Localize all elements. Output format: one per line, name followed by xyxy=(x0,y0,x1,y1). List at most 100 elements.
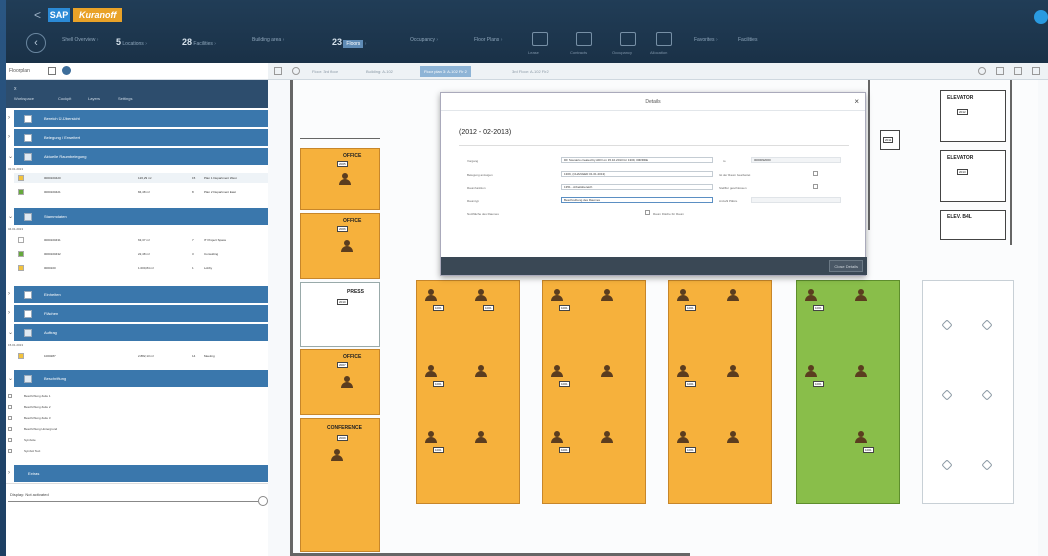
tab-settings[interactable]: Settings xyxy=(118,96,132,101)
step-4[interactable]: Building area › xyxy=(252,37,284,43)
step-favorites[interactable]: Favorites › xyxy=(694,37,718,43)
step-2[interactable]: 5 Locations › xyxy=(116,37,147,47)
step-5[interactable]: 23 Floors › xyxy=(332,37,366,48)
layer-group[interactable]: ⌄ Auftrag xyxy=(8,324,268,341)
closed-checkbox[interactable] xyxy=(813,184,818,189)
grid-icon[interactable] xyxy=(48,67,56,75)
checkbox[interactable] xyxy=(8,394,12,398)
office-room[interactable]: OFFICE 2007 xyxy=(300,349,380,415)
desk-cluster-5[interactable] xyxy=(922,280,1014,504)
tab-floor-plan[interactable]: Floor plan 3: A-102 Flr 2 xyxy=(420,66,471,77)
dialog-header: Details × xyxy=(441,93,865,111)
settings-icon[interactable] xyxy=(292,67,300,75)
opacity-slider[interactable] xyxy=(8,501,258,502)
table-row[interactable]: 0000100432 22,48 m² 3 Consulting xyxy=(14,249,268,259)
step-7[interactable]: Floor Plans › xyxy=(474,37,502,43)
tab-workspace[interactable]: Workspace xyxy=(14,96,34,101)
checkbox[interactable] xyxy=(8,449,12,453)
occupancy-field[interactable]: 1309, (CHANGED 01.01.2013) xyxy=(561,171,713,177)
step-facilities[interactable]: Facilities xyxy=(738,37,757,43)
step-6[interactable]: Occupancy › xyxy=(410,37,438,43)
step-1[interactable]: Shell Overview › xyxy=(62,37,98,43)
checkbox[interactable] xyxy=(8,416,12,420)
slider-handle[interactable] xyxy=(258,496,268,506)
checkbox[interactable] xyxy=(24,115,32,123)
layer-group[interactable]: › Belegung / Erweitert xyxy=(8,129,268,146)
layer-group[interactable]: › Einheiten xyxy=(8,286,268,303)
checkbox[interactable] xyxy=(8,438,12,442)
allocation-icon[interactable] xyxy=(656,32,672,46)
back-icon[interactable]: < xyxy=(34,9,41,21)
desk-cluster-1[interactable]: 1001 1001 1001 1001 xyxy=(416,280,520,504)
checkbox[interactable] xyxy=(24,291,32,299)
layer-group[interactable]: ⌄ Beschriftung xyxy=(8,370,268,387)
process-field[interactable]: DF Scenario created by ADO on 15.10.2013… xyxy=(561,157,713,163)
layer-group[interactable]: › Extras xyxy=(8,465,268,482)
tab-layers[interactable]: Layers xyxy=(88,96,100,101)
previous-step-button[interactable]: ‹ xyxy=(26,33,46,53)
checkbox[interactable] xyxy=(24,375,32,383)
target-field[interactable]: 0000092000 xyxy=(751,157,841,163)
close-icon[interactable]: x xyxy=(14,86,17,92)
room-function-select[interactable]: 1351 - Arbeitsbereich xyxy=(561,184,713,190)
elevator-3[interactable]: ELEV. B4L xyxy=(940,210,1006,240)
desk-cluster-4[interactable]: 1001 1001 1001 xyxy=(796,280,900,504)
checkbox[interactable] xyxy=(24,329,32,337)
person-icon xyxy=(341,240,353,252)
close-icon[interactable]: × xyxy=(854,97,859,106)
checkbox[interactable] xyxy=(24,213,32,221)
step-3[interactable]: 28 Facilities › xyxy=(182,37,216,47)
fit-icon[interactable] xyxy=(996,67,1004,75)
contracts-label: Contracts xyxy=(570,50,588,55)
table-row[interactable]: 0000100 1.000,84 m² 1 Lobby xyxy=(14,263,268,273)
table-row[interactable]: 0000100421 84,48 m² 8 Plan 2 Department Eas… xyxy=(14,187,268,197)
table-row[interactable]: 1000287 2.882,13 m² 14 Meeting xyxy=(14,351,268,361)
label-option: Beschriftung Hintergrund xyxy=(24,427,58,431)
app-window: < SAP Kuranoff ‹ Shell Overview › 5 Loca… xyxy=(0,0,1048,556)
display-slider-bar: Display: Not activated xyxy=(6,483,268,508)
conference-room[interactable]: CONFERENCE 2009 xyxy=(300,418,380,552)
close-details-button[interactable]: Close Details xyxy=(829,260,863,272)
tab-cockpit[interactable]: Cockpit xyxy=(58,96,71,101)
layer-group[interactable]: › Bereich Ü-Übersicht xyxy=(8,110,268,127)
checkbox[interactable] xyxy=(24,134,32,142)
tab-third-floor[interactable]: 3rd Floor: A-102 Flr2 xyxy=(508,66,553,77)
layer-group[interactable]: › Flächen xyxy=(8,305,268,322)
office-room[interactable]: OFFICE 2005 xyxy=(300,148,380,210)
elevator-2[interactable]: ELEVATOR 2013 xyxy=(940,150,1006,202)
table-row[interactable]: 0000100420 126,29 m² 15 Plan 1 Department W… xyxy=(14,173,268,183)
globe-icon[interactable] xyxy=(62,66,71,75)
press-room[interactable]: PRESS 2010 xyxy=(300,282,380,347)
field-label: Ist der Raum bearbeitet xyxy=(719,173,751,177)
office-room[interactable]: OFFICE 2006 xyxy=(300,213,380,279)
contracts-icon[interactable] xyxy=(576,32,592,46)
layer-group[interactable]: ⌄ Aktuelle Raumbelegung xyxy=(8,148,268,165)
desk-cluster-3[interactable]: 1001 1001 1001 xyxy=(668,280,772,504)
area-checkbox[interactable] xyxy=(645,210,650,215)
seat-count-field[interactable] xyxy=(751,197,841,203)
desk-cluster-2[interactable]: 1001 1001 1001 xyxy=(542,280,646,504)
table-row[interactable]: 0000100431 63,37 m² 7 IT Project Space xyxy=(14,235,268,245)
press-room-b[interactable]: 2011 xyxy=(880,130,900,150)
checkbox[interactable] xyxy=(8,405,12,409)
layer-group[interactable]: ⌄ Stammdaten xyxy=(8,208,268,225)
person-icon xyxy=(855,289,867,301)
list-icon[interactable] xyxy=(1032,67,1040,75)
tab-floor[interactable]: Floor: 3rd floor xyxy=(308,66,342,77)
menu-icon[interactable] xyxy=(274,67,282,75)
checkbox[interactable] xyxy=(24,310,32,318)
edited-checkbox[interactable] xyxy=(813,171,818,176)
refresh-icon[interactable] xyxy=(978,67,986,75)
field-label: Belegung anzeigen xyxy=(467,173,493,177)
tab-building[interactable]: Building: A-102 xyxy=(362,66,397,77)
room-type-select[interactable]: Beschreibung des Raumes xyxy=(561,197,713,203)
elevator-1[interactable]: ELEVATOR 2012 xyxy=(940,90,1006,142)
fullscreen-icon[interactable] xyxy=(1014,67,1022,75)
user-avatar[interactable] xyxy=(1034,10,1048,24)
process-steps: ‹ Shell Overview › 5 Locations › 28 Faci… xyxy=(22,30,1048,58)
date-range: (2012 - 02-2013) xyxy=(459,129,512,136)
occupancy-icon[interactable] xyxy=(620,32,636,46)
lease-icon[interactable] xyxy=(532,32,548,46)
checkbox[interactable] xyxy=(8,427,12,431)
checkbox[interactable] xyxy=(24,153,32,161)
